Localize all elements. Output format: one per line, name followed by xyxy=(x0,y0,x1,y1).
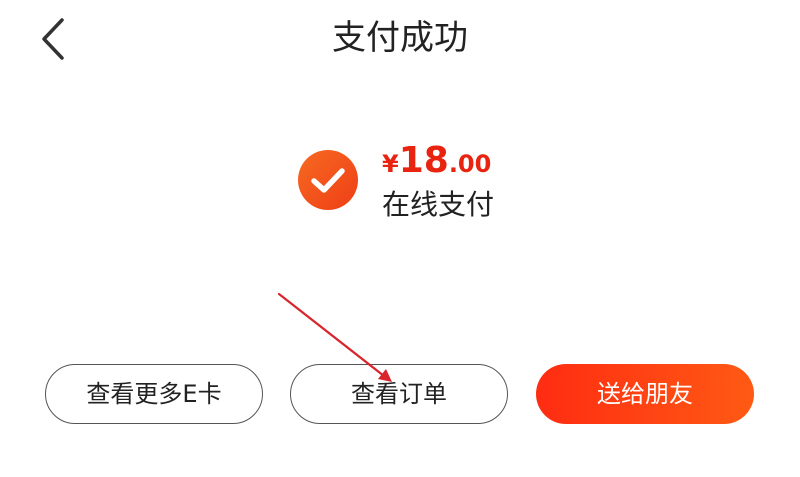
page-title: 支付成功 xyxy=(332,18,468,58)
view-order-button[interactable]: 查看订单 xyxy=(290,364,508,424)
payment-method: 在线支付 xyxy=(382,188,495,221)
currency-symbol: ¥ xyxy=(382,150,399,178)
header: 支付成功 xyxy=(0,0,800,80)
view-more-ecards-button[interactable]: 查看更多E卡 xyxy=(45,364,263,424)
amount-decimal: .00 xyxy=(448,150,492,178)
send-to-friend-button[interactable]: 送给朋友 xyxy=(536,364,754,424)
payment-summary: ¥18.00 在线支付 xyxy=(298,140,558,230)
check-circle-icon xyxy=(298,150,358,210)
payment-amount: ¥18.00 xyxy=(382,140,491,184)
amount-integer: 18 xyxy=(398,140,449,181)
